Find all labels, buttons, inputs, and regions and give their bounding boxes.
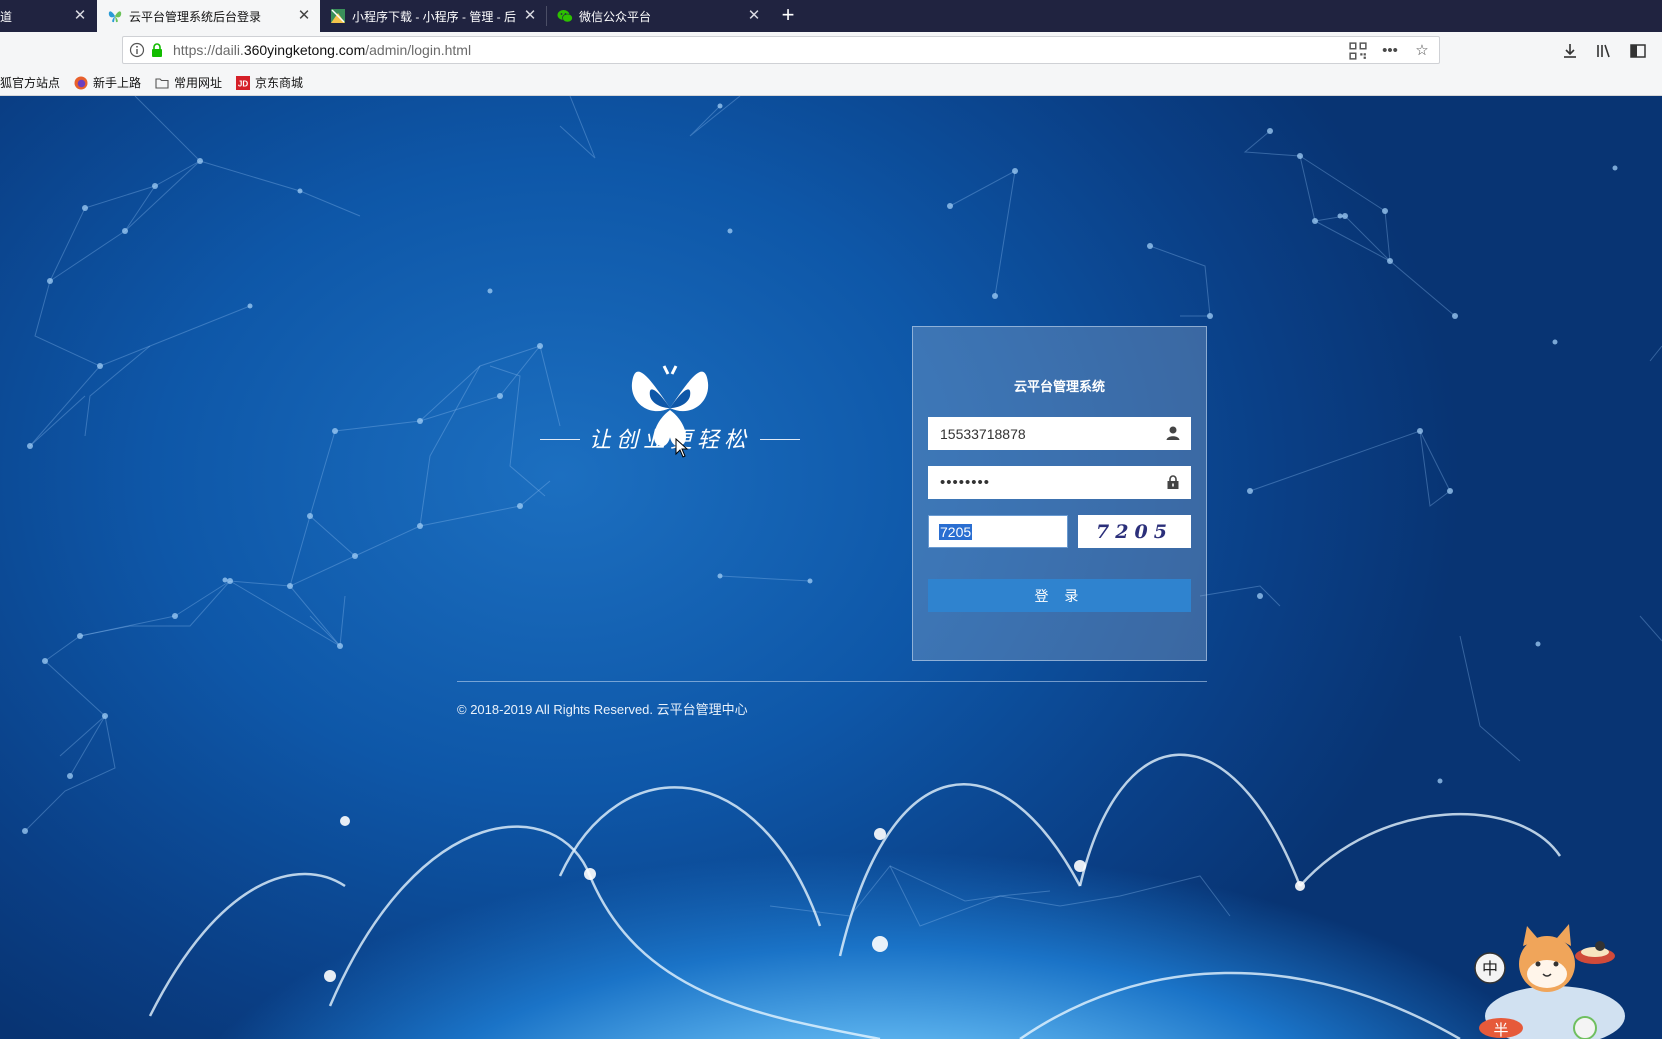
qrcode-icon[interactable]	[1349, 42, 1367, 60]
footer-divider	[457, 681, 1207, 682]
bookmark-item[interactable]: 狐官方站点	[0, 74, 60, 91]
tab-title: 微信公众平台	[579, 9, 652, 24]
tab-title: 道	[0, 9, 13, 24]
captcha-image-text: 7205	[1096, 520, 1173, 543]
bookmarks-bar: 狐官方站点 新手上路 常用网址 JD 京东商城	[0, 70, 1662, 96]
login-button[interactable]: 登 录	[928, 579, 1191, 612]
tab-bar: 道 ✕ 云平台管理系统后台登录 ✕ 小程序下载 - 小程序 - 管理 - 后 ✕…	[0, 0, 1662, 32]
lock-icon	[1167, 475, 1179, 489]
login-page: 让创业更轻松 云平台管理系统 15533718878 •••••••• 7205…	[0, 96, 1662, 1039]
tab-2[interactable]: 小程序下载 - 小程序 - 管理 - 后 ✕	[320, 0, 546, 32]
url-text: https://daili.360yingketong.com/admin/lo…	[173, 42, 471, 58]
bookmark-label: 常用网址	[174, 76, 223, 90]
tab-title: 云平台管理系统后台登录	[129, 9, 262, 24]
mascot-cat-widget[interactable]: 中 半	[1465, 916, 1655, 1039]
toolbar-right	[1560, 41, 1648, 61]
info-icon[interactable]	[129, 42, 145, 58]
password-value: ••••••••	[940, 474, 991, 491]
bookmark-item[interactable]: 常用网址	[155, 74, 222, 91]
login-title: 云平台管理系统	[1013, 379, 1105, 394]
user-icon	[1166, 426, 1180, 440]
url-domain: 360yingketong.com	[243, 42, 366, 58]
close-icon[interactable]: ✕	[746, 8, 762, 24]
bookmark-label: 狐官方站点	[0, 76, 61, 90]
butterfly-icon	[108, 11, 122, 23]
slogan-text: 让创业更轻松	[588, 428, 751, 453]
close-icon[interactable]: ✕	[296, 8, 312, 24]
svg-text:JD: JD	[238, 79, 248, 88]
captcha-image[interactable]: 7205	[1078, 515, 1191, 548]
mouse-cursor-icon	[675, 438, 689, 458]
captcha-input[interactable]: 7205	[928, 515, 1068, 548]
bookmark-label: 新手上路	[93, 76, 142, 90]
lock-icon[interactable]	[149, 42, 165, 58]
username-field[interactable]: 15533718878	[928, 417, 1191, 450]
mascot-left-badge: 中	[1482, 959, 1498, 978]
captcha-value: 7205	[939, 523, 973, 540]
bookmark-item[interactable]: JD 京东商城	[236, 74, 303, 91]
address-bar[interactable]: https://daili.360yingketong.com/admin/lo…	[122, 36, 1440, 64]
close-icon[interactable]: ✕	[522, 8, 538, 24]
sidebar-icon[interactable]	[1628, 41, 1648, 61]
library-icon[interactable]	[1594, 41, 1614, 61]
slogan-divider-right	[760, 439, 800, 440]
tab-3[interactable]: 微信公众平台 ✕	[547, 0, 770, 32]
nav-bar: https://daili.360yingketong.com/admin/lo…	[0, 32, 1662, 70]
network-background	[22, 96, 1662, 1039]
map-icon	[331, 9, 345, 23]
star-icon[interactable]: ☆	[1413, 42, 1431, 60]
firefox-icon	[74, 76, 88, 89]
urlbar-actions: ••• ☆	[1349, 42, 1431, 60]
more-icon[interactable]: •••	[1381, 42, 1399, 60]
download-icon[interactable]	[1560, 41, 1580, 61]
bookmark-item[interactable]: 新手上路	[74, 74, 141, 91]
close-icon[interactable]: ✕	[72, 8, 88, 24]
password-field[interactable]: ••••••••	[928, 466, 1191, 499]
tab-0[interactable]: 道 ✕	[0, 0, 96, 32]
url-scheme: https://daili.	[173, 42, 244, 58]
mascot-bottom-badge: 半	[1493, 1021, 1508, 1039]
new-tab-icon[interactable]: +	[777, 4, 799, 26]
wechat-icon	[557, 10, 573, 23]
tab-title: 小程序下载 - 小程序 - 管理 - 后	[352, 9, 516, 24]
tab-1[interactable]: 云平台管理系统后台登录 ✕	[97, 0, 320, 32]
folder-icon	[155, 77, 169, 89]
jd-icon: JD	[236, 75, 251, 90]
bookmark-label: 京东商城	[255, 76, 304, 90]
login-panel: 云平台管理系统 15533718878 •••••••• 7205 7205 登…	[912, 326, 1207, 661]
url-path: /admin/login.html	[365, 42, 472, 58]
copyright-text: © 2018-2019 All Rights Reserved. 云平台管理中心	[457, 702, 748, 717]
username-value: 15533718878	[940, 425, 1026, 442]
